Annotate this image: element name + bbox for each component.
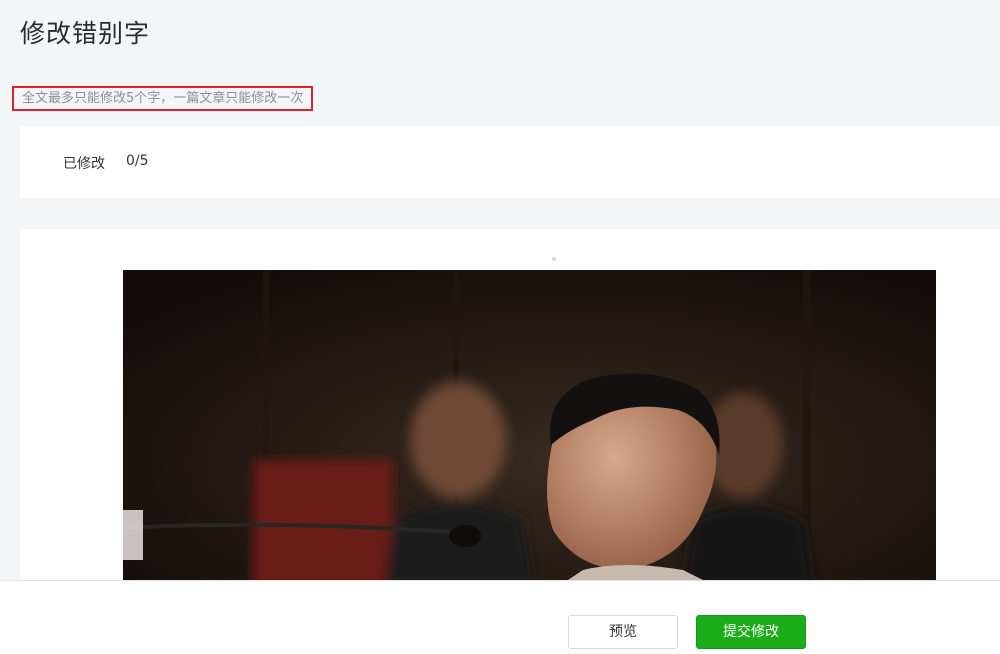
article-dot	[552, 257, 556, 261]
article-preview	[20, 229, 1000, 590]
article-image	[123, 270, 936, 590]
edit-counter-card: 已修改 0/5	[20, 126, 1000, 198]
edit-counter-label: 已修改	[63, 156, 105, 172]
action-footer: 预览 提交修改	[0, 580, 1000, 654]
edit-counter-value: 0/5	[126, 153, 149, 169]
preview-button[interactable]: 预览	[568, 615, 678, 649]
page-title: 修改错别字	[20, 19, 151, 48]
article-photo-illustration	[123, 270, 936, 590]
edit-limit-notice: 全文最多只能修改5个字，一篇文章只能修改一次	[12, 86, 314, 111]
submit-edit-button[interactable]: 提交修改	[696, 615, 806, 649]
